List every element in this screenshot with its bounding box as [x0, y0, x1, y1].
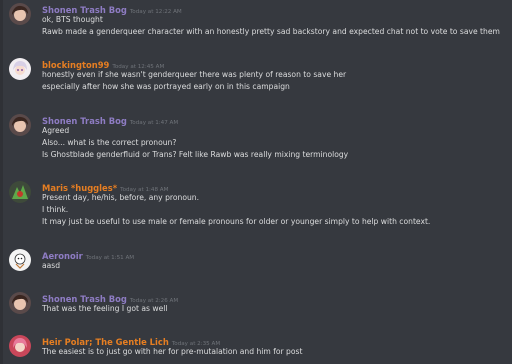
message-text: I think.: [42, 205, 69, 214]
message-header: Shonen Trash Bog Today at 1:47 AM: [42, 113, 179, 126]
brown-haired-character-avatar-icon: [9, 292, 31, 314]
message: Shonen Trash Bog Today at 12:22 AM ok, BT…: [0, 2, 512, 40]
timestamp: Today at 1:47 AM: [129, 120, 179, 126]
message: Maris *huggles* Today at 1:48 AM Present …: [0, 180, 512, 230]
message-text: honestly even if she wasn't genderqueer …: [42, 70, 347, 79]
message: Aeronoir Today at 1:51 AM aasd: [0, 248, 512, 274]
message-header: Aeronoir Today at 1:51 AM: [42, 248, 135, 261]
message-header: Shonen Trash Bog Today at 2:26 AM: [42, 291, 178, 304]
avatar[interactable]: [9, 114, 31, 136]
avatar[interactable]: [9, 292, 31, 314]
message-text: Rawb made a genderqueer character with a…: [42, 27, 500, 36]
message: Shonen Trash Bog Today at 2:26 AM That wa…: [0, 291, 512, 317]
timestamp: Today at 1:51 AM: [85, 255, 135, 261]
message-text: especially after how she was portrayed e…: [42, 82, 290, 91]
white-haired-anime-avatar-icon: [9, 58, 31, 80]
message-text: ok, BTS thought: [42, 15, 103, 24]
message-header: Shonen Trash Bog Today at 12:22 AM: [42, 2, 182, 15]
message-text: The easiest is to just go with her for p…: [42, 347, 303, 356]
white-cartoon-avatar-icon: [9, 249, 31, 271]
brown-haired-character-avatar-icon: [9, 114, 31, 136]
brown-haired-character-avatar-icon: [9, 3, 31, 25]
avatar[interactable]: [9, 58, 31, 80]
pink-haired-character-avatar-icon: [9, 335, 31, 357]
avatar[interactable]: [9, 181, 31, 203]
message: Shonen Trash Bog Today at 1:47 AM Agreed …: [0, 113, 512, 163]
message: Heir Polar; The Gentle Lich Today at 2:35…: [0, 334, 512, 360]
green-character-avatar-icon: [9, 181, 31, 203]
message-text: aasd: [42, 261, 61, 270]
message-text: It may just be useful to use male or fem…: [42, 217, 431, 226]
avatar[interactable]: [9, 249, 31, 271]
message-header: Maris *huggles* Today at 1:48 AM: [42, 180, 168, 193]
message-text: Is Ghostblade genderfluid or Trans? Felt…: [42, 150, 349, 159]
message-header: Heir Polar; The Gentle Lich Today at 2:35…: [42, 334, 220, 347]
message: blockington99 Today at 12:45 AM honestly …: [0, 57, 512, 95]
message-text: Present day, he/his, before, any pronoun…: [42, 193, 200, 202]
avatar[interactable]: [9, 3, 31, 25]
message-text: Agreed: [42, 126, 70, 135]
message-text: That was the feeling I got as well: [42, 304, 168, 313]
avatar[interactable]: [9, 335, 31, 357]
timestamp: Today at 12:22 AM: [129, 9, 182, 15]
message-header: blockington99 Today at 12:45 AM: [42, 57, 164, 70]
message-text: Also... what is the correct pronoun?: [42, 138, 177, 147]
